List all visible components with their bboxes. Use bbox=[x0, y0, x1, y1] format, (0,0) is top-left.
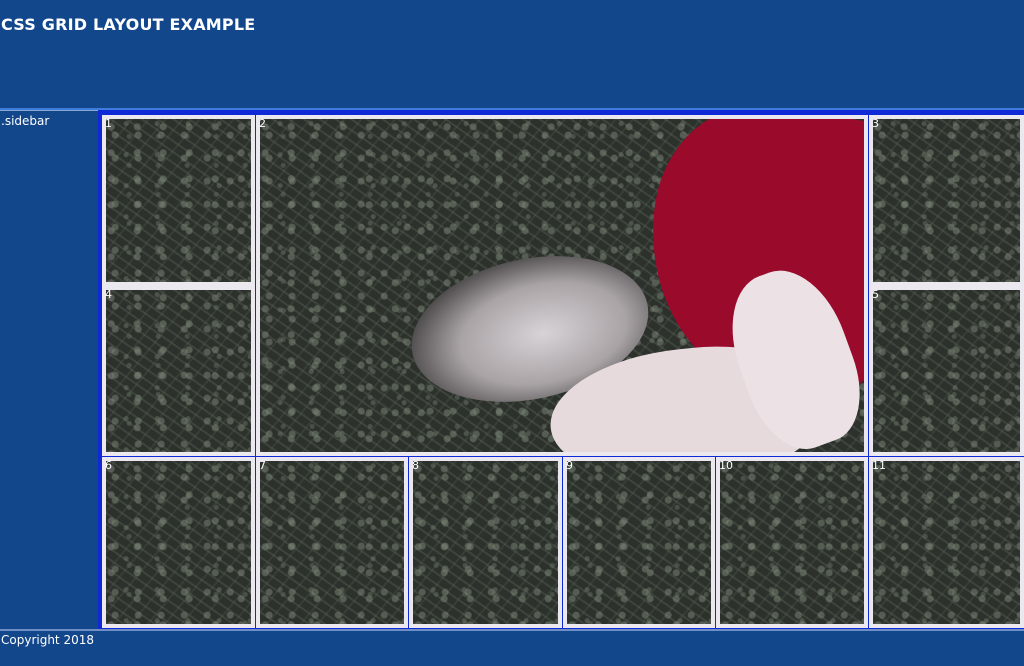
grid-item: 8 bbox=[409, 457, 562, 628]
image-grid: 1 2 3 4 5 6 7 8 9 10 11 bbox=[98, 110, 1024, 629]
grid-item: 4 bbox=[102, 286, 255, 456]
grass-image bbox=[567, 461, 711, 624]
grid-item-number: 10 bbox=[719, 459, 733, 472]
grid-item: 10 bbox=[716, 457, 868, 628]
grass-image bbox=[873, 119, 1020, 282]
page-header: CSS GRID LAYOUT EXAMPLE bbox=[0, 0, 1024, 108]
grass-image bbox=[106, 461, 251, 624]
grass-image bbox=[260, 461, 404, 624]
grass-image bbox=[413, 461, 558, 624]
grass-image bbox=[106, 290, 251, 452]
grid-item-number: 9 bbox=[566, 459, 573, 472]
grass-image bbox=[873, 290, 1020, 452]
grid-item: 1 bbox=[102, 115, 255, 286]
grid-item-number: 3 bbox=[872, 117, 879, 130]
grass-image bbox=[873, 461, 1020, 624]
grid-item-number: 7 bbox=[259, 459, 266, 472]
grid-item: 9 bbox=[563, 457, 715, 628]
sidebar: .sidebar bbox=[0, 110, 98, 630]
grid-item: 3 bbox=[869, 115, 1024, 286]
featured-photo bbox=[260, 119, 864, 452]
page-title: CSS GRID LAYOUT EXAMPLE bbox=[1, 15, 256, 34]
grass-image bbox=[106, 119, 251, 282]
grass-image bbox=[720, 461, 864, 624]
grid-item-number: 11 bbox=[872, 459, 886, 472]
grid-item-number: 8 bbox=[412, 459, 419, 472]
page-footer: Copyright 2018 bbox=[0, 631, 1024, 666]
grid-item-number: 1 bbox=[105, 117, 112, 130]
grid-item: 11 bbox=[869, 457, 1024, 628]
grid-item-number: 2 bbox=[259, 117, 266, 130]
grid-item: 5 bbox=[869, 286, 1024, 456]
grid-item: 6 bbox=[102, 457, 255, 628]
grid-item-number: 5 bbox=[872, 288, 879, 301]
sidebar-label: .sidebar bbox=[1, 114, 50, 128]
copyright-text: Copyright 2018 bbox=[1, 633, 94, 647]
grid-item: 7 bbox=[256, 457, 408, 628]
grid-item-number: 6 bbox=[105, 459, 112, 472]
grid-item-featured: 2 bbox=[256, 115, 868, 456]
grid-item-number: 4 bbox=[105, 288, 112, 301]
